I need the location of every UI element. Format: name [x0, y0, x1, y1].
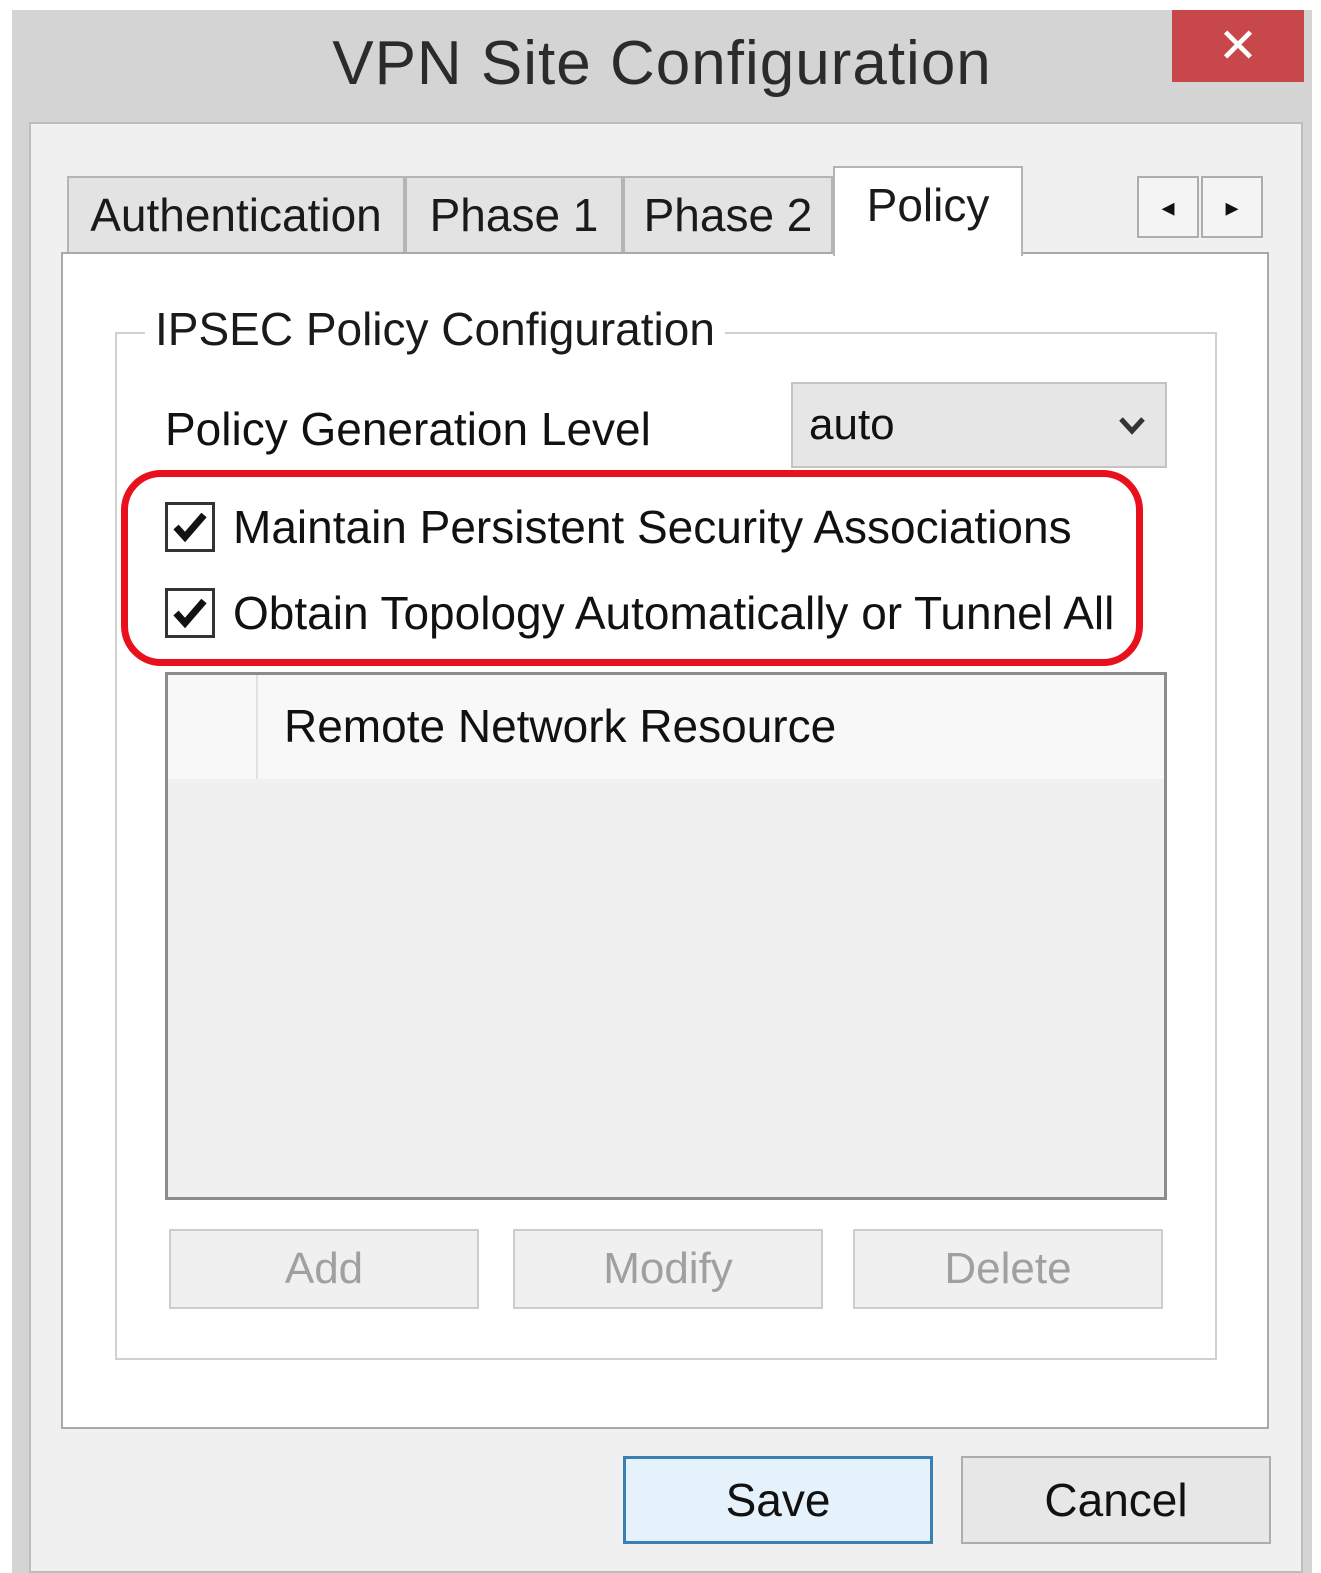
tab-policy[interactable]: Policy — [833, 166, 1023, 256]
maintain-persistent-sa-checkbox-row[interactable]: Maintain Persistent Security Association… — [165, 500, 1072, 554]
window-title: VPN Site Configuration — [332, 29, 992, 98]
add-button[interactable]: Add — [169, 1229, 479, 1309]
tab-scroll-left-button[interactable]: ◂ — [1137, 176, 1199, 238]
tab-authentication[interactable]: Authentication — [67, 176, 405, 252]
column-separator[interactable] — [256, 675, 258, 779]
close-icon: ✕ — [1217, 20, 1259, 73]
arrow-left-icon: ◂ — [1161, 191, 1175, 222]
obtain-topology-checkbox[interactable] — [165, 588, 215, 638]
tab-label: Phase 2 — [643, 189, 813, 241]
tab-phase-2[interactable]: Phase 2 — [623, 176, 833, 252]
list-header: Remote Network Resource — [168, 675, 1164, 779]
checkbox-label: Maintain Persistent Security Association… — [233, 501, 1072, 553]
ipsec-policy-group: IPSEC Policy Configuration Policy Genera… — [115, 302, 1217, 1360]
policy-generation-level-label: Policy Generation Level — [165, 403, 651, 455]
tab-phase-1[interactable]: Phase 1 — [405, 176, 623, 252]
cancel-button[interactable]: Cancel — [961, 1456, 1271, 1544]
select-value: auto — [809, 400, 895, 449]
obtain-topology-checkbox-row[interactable]: Obtain Topology Automatically or Tunnel … — [165, 586, 1114, 640]
remote-network-resource-list[interactable]: Remote Network Resource — [165, 672, 1167, 1200]
dialog-window: VPN Site Configuration ✕ Authentication … — [12, 10, 1312, 1573]
tab-scroll-right-button[interactable]: ▸ — [1201, 176, 1263, 238]
tab-label: Phase 1 — [429, 189, 599, 241]
column-header-remote-network-resource[interactable]: Remote Network Resource — [284, 699, 836, 753]
dialog-client-area: Authentication Phase 1 Phase 2 Policy ◂ … — [29, 122, 1303, 1573]
checkmark-icon — [173, 512, 207, 543]
save-button[interactable]: Save — [623, 1456, 933, 1544]
checkbox-label: Obtain Topology Automatically or Tunnel … — [233, 587, 1115, 639]
close-button[interactable]: ✕ — [1172, 10, 1304, 82]
group-title: IPSEC Policy Configuration — [145, 302, 725, 356]
policy-generation-level-select[interactable]: auto — [791, 382, 1167, 468]
delete-button[interactable]: Delete — [853, 1229, 1163, 1309]
tab-label: Policy — [866, 179, 990, 231]
checkmark-icon — [173, 598, 207, 629]
maintain-persistent-sa-checkbox[interactable] — [165, 502, 215, 552]
arrow-right-icon: ▸ — [1225, 191, 1239, 222]
policy-tab-panel: IPSEC Policy Configuration Policy Genera… — [61, 252, 1269, 1429]
modify-button[interactable]: Modify — [513, 1229, 823, 1309]
tab-label: Authentication — [90, 189, 382, 241]
chevron-down-icon — [1119, 417, 1145, 435]
